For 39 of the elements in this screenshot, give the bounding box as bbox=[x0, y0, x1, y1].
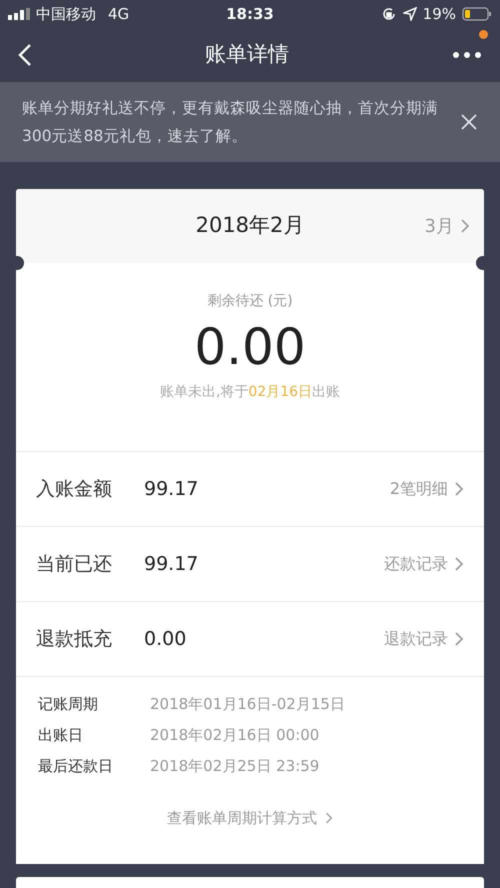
promo-text: 账单分期好礼送不停，更有戴森吸尘器随心抽，首次分期满300元送88元礼包，速去了解。 bbox=[22, 98, 439, 147]
chevron-icon bbox=[454, 631, 464, 647]
bill-status-note: 账单未出,将于02月16日 出账 bbox=[160, 383, 340, 402]
carrier-name: 中国移动 bbox=[36, 4, 96, 25]
detail-label: 出账日 bbox=[38, 724, 84, 746]
row-value: 0.00 bbox=[144, 626, 188, 652]
detail-value: 2018年02月25日 23:59 bbox=[150, 756, 320, 777]
close-icon bbox=[460, 113, 478, 131]
detail-value: 2018年02月16日 00:00 bbox=[150, 724, 320, 746]
remaining-amount: 0.00 bbox=[194, 317, 306, 378]
row-label: 当前已还 bbox=[36, 552, 113, 577]
detail-value: 2018年01月16日-02月15日 bbox=[150, 694, 345, 715]
chevron-icon bbox=[454, 556, 464, 572]
location-arrow-icon bbox=[402, 7, 417, 21]
page-title: 账单详情 bbox=[205, 41, 289, 68]
row-value: 99.17 bbox=[144, 552, 200, 577]
row-value: 99.17 bbox=[144, 476, 200, 502]
more-icon bbox=[453, 52, 481, 58]
row-link[interactable]: 退款记录 bbox=[384, 627, 464, 651]
chevron-icon bbox=[460, 218, 470, 234]
row-link[interactable]: 2笔明细 bbox=[390, 477, 464, 501]
next-month-link[interactable]: 3月 bbox=[424, 212, 470, 240]
row-label: 退款抵充 bbox=[36, 626, 113, 652]
detail-label: 最后还款日 bbox=[38, 756, 114, 777]
chevron-icon bbox=[454, 481, 464, 497]
battery-percent: 19% bbox=[422, 4, 456, 25]
rotation-lock-icon bbox=[380, 6, 397, 22]
signal-icon bbox=[8, 8, 30, 20]
chevron-icon bbox=[325, 811, 333, 826]
clock-time: 18:33 bbox=[226, 4, 274, 25]
detail-label: 记账周期 bbox=[38, 694, 99, 715]
row-link[interactable]: 还款记录 bbox=[384, 552, 464, 576]
month-title: 2018年2月 bbox=[196, 212, 304, 240]
remaining-label: 剩余待还 (元) bbox=[207, 292, 293, 311]
cycle-info-link[interactable]: 查看账单周期计算方式 bbox=[167, 807, 333, 830]
promo-banner[interactable]: 账单分期好礼送不停，更有戴森吸尘器随心抽，首次分期满300元送88元礼包，速去了解。 bbox=[0, 82, 500, 162]
battery-icon bbox=[462, 7, 492, 21]
network-type: 4G bbox=[108, 4, 130, 25]
row-label: 入账金额 bbox=[36, 476, 113, 502]
